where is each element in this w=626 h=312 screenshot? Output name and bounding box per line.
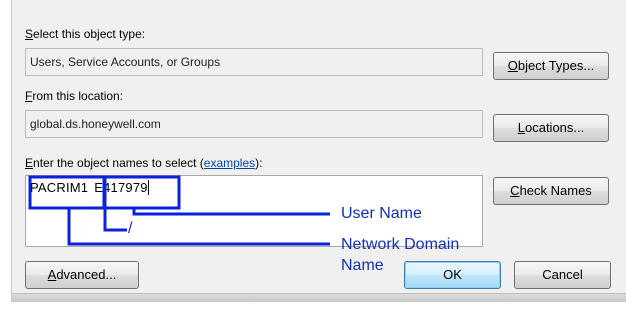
user-highlight-box bbox=[102, 175, 181, 210]
domain-highlight-box bbox=[28, 175, 107, 210]
user-name-annotation: User Name bbox=[341, 205, 422, 222]
annotation-overlay bbox=[28, 175, 330, 246]
slash-annotation: / bbox=[128, 220, 133, 237]
network-domain-annotation: Network Domain bbox=[341, 236, 460, 253]
separator-pointer bbox=[103, 206, 127, 232]
name-annotation: Name bbox=[341, 257, 384, 274]
